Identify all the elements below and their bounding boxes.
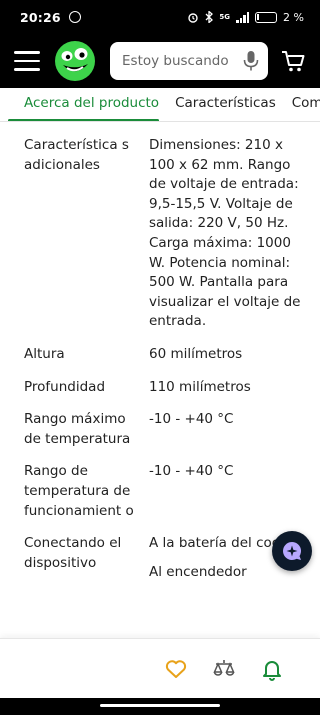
bluetooth-icon [205, 11, 214, 23]
mic-icon[interactable] [242, 50, 260, 72]
home-gesture-handle[interactable] [100, 704, 220, 707]
status-time: 20:26 [20, 9, 61, 25]
spec-label: Altura [24, 345, 65, 362]
bell-icon[interactable] [260, 657, 284, 681]
spec-row-height: Altura 60 milímetros [0, 345, 320, 365]
spec-label: Rango máximo de temperatura [24, 411, 131, 447]
network-label: 5G [219, 13, 231, 21]
spec-row-connection: Conectando el dispositivo A la batería d… [0, 534, 320, 582]
whatsapp-icon [68, 11, 81, 23]
spec-row-depth: Profundidad 110 milímetros [0, 378, 320, 398]
signal-icon [236, 11, 250, 23]
sparkle-chat-icon [283, 542, 302, 560]
tab-comments[interactable]: Com [284, 88, 320, 121]
bottom-action-bar [0, 638, 320, 698]
battery-icon [255, 11, 278, 23]
spec-row-additional: Característica s adicionales Dimensiones… [0, 136, 320, 332]
status-bar: 20:26 5G 2 % [0, 0, 320, 34]
spec-label: Característica s adicionales [24, 137, 129, 173]
product-tabs: Acerca del producto Características Com [0, 88, 320, 122]
compare-icon[interactable] [212, 657, 236, 681]
spec-value: Dimensiones: 210 x 100 x 62 mm. Rango de… [149, 137, 301, 330]
status-icons: 5G 2 % [187, 11, 304, 24]
spec-value: 60 milímetros [149, 345, 243, 362]
assistant-chat-button[interactable] [272, 531, 312, 571]
spec-row-operating-temp: Rango de temperatura de funcionamient o … [0, 462, 320, 521]
tab-about-product[interactable]: Acerca del producto [0, 88, 167, 121]
system-navigation-bar [0, 698, 320, 715]
logo-icon[interactable] [54, 40, 96, 82]
spec-label: Conectando el dispositivo [24, 535, 122, 571]
specs-table: Característica s adicionales Dimensiones… [0, 122, 320, 638]
search-input[interactable] [122, 53, 234, 69]
spec-value: -10 - +40 °C [149, 463, 234, 480]
spec-value: 110 milímetros [149, 378, 251, 395]
heart-icon[interactable] [164, 657, 188, 681]
spec-value: -10 - +40 °C [149, 411, 234, 428]
app-header [0, 34, 320, 88]
menu-icon[interactable] [14, 51, 40, 71]
alarm-icon [188, 13, 199, 23]
spec-row-max-temp: Rango máximo de temperatura -10 - +40 °C [0, 410, 320, 449]
tab-characteristics[interactable]: Características [167, 88, 284, 121]
spec-label: Profundidad [24, 378, 106, 395]
battery-level: 2 % [283, 10, 304, 24]
cart-icon[interactable] [280, 48, 306, 74]
spec-label: Rango de temperatura de funcionamient o [24, 463, 134, 519]
search-bar[interactable] [110, 42, 268, 80]
